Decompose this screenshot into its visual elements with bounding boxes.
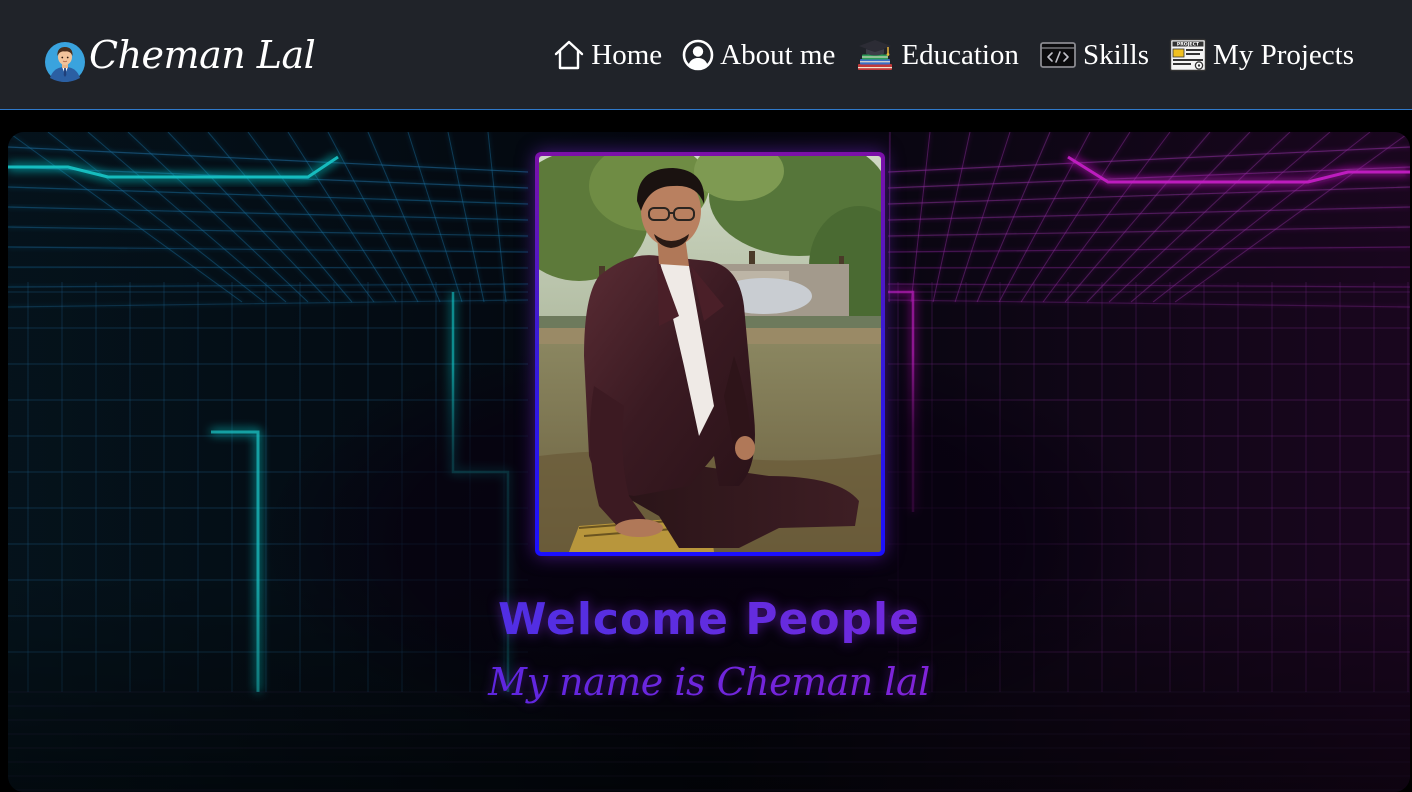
- nav-item-home[interactable]: Home: [553, 40, 662, 70]
- nav-label-home: Home: [591, 38, 663, 71]
- hero-section: Welcome People My name is Cheman lal: [8, 132, 1410, 792]
- nav-menu: Home About me Education Skills PROJECT M…: [553, 38, 1354, 72]
- navbar: Cheman Lal Home About me Education Skill…: [0, 0, 1412, 110]
- nav-label-about: About me: [720, 38, 836, 71]
- graduation-cap-icon: [858, 40, 893, 70]
- nav-item-education[interactable]: Education: [855, 38, 1019, 72]
- profile-photo: [539, 156, 881, 552]
- nav-label-projects: My Projects: [1213, 38, 1354, 71]
- nav-item-projects[interactable]: PROJECT My Projects: [1169, 38, 1354, 72]
- nav-item-about[interactable]: About me: [682, 39, 835, 71]
- user-circle-icon: [682, 39, 714, 71]
- brand-logo-link[interactable]: Cheman Lal: [45, 24, 316, 86]
- profile-photo-frame: [535, 152, 885, 556]
- welcome-subtitle: My name is Cheman lal: [8, 660, 1410, 704]
- home-icon: [555, 40, 584, 70]
- svg-text:PROJECT: PROJECT: [1177, 42, 1200, 48]
- nav-label-education: Education: [901, 38, 1019, 71]
- welcome-title: Welcome People: [8, 594, 1410, 645]
- project-icon: PROJECT: [1169, 38, 1207, 72]
- man-avatar-icon: [45, 42, 85, 82]
- code-icon: [1040, 42, 1076, 68]
- nav-item-skills[interactable]: Skills: [1039, 40, 1149, 70]
- brand-name: Cheman Lal: [89, 33, 316, 77]
- nav-label-skills: Skills: [1082, 38, 1150, 71]
